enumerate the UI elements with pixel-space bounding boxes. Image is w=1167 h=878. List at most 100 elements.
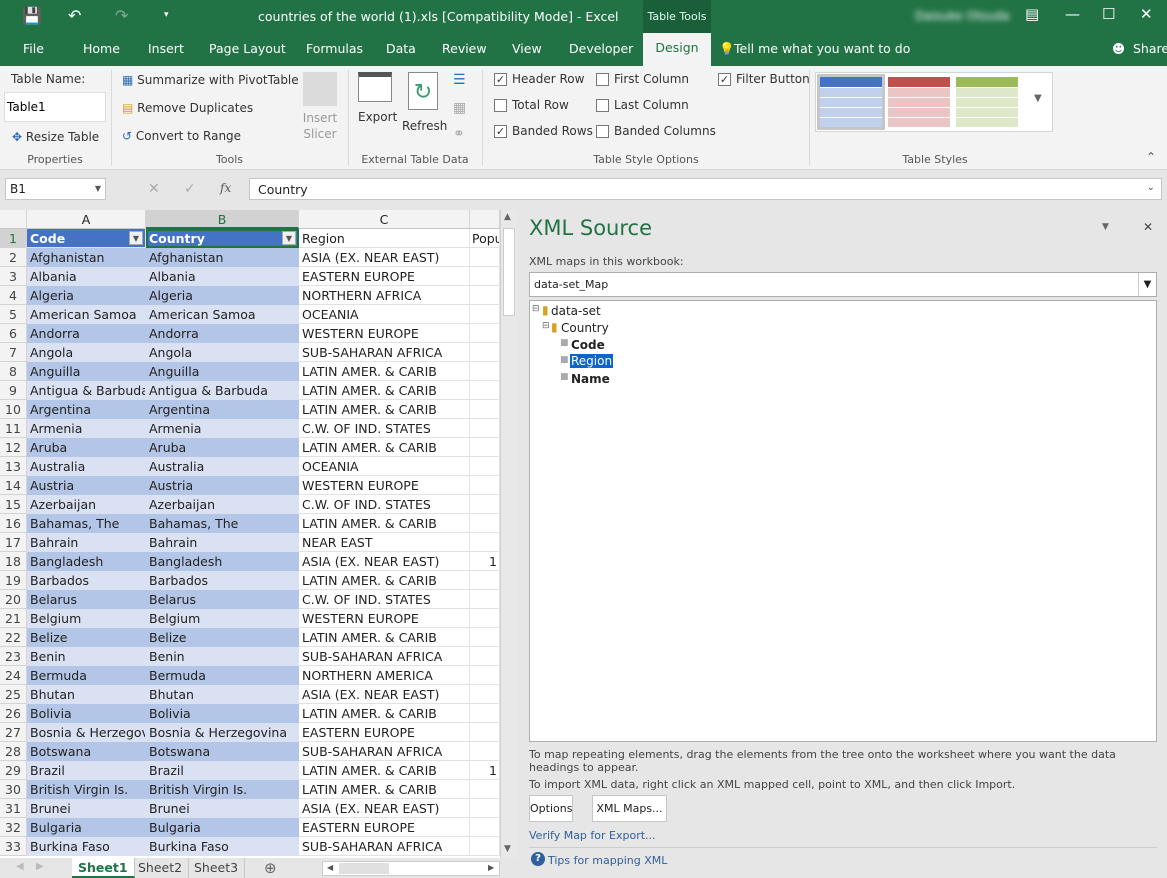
hscroll-thumb[interactable] <box>339 863 389 874</box>
row-number[interactable]: 31 <box>0 799 27 818</box>
insert-slicer-button[interactable]: Insert Slicer <box>300 110 340 142</box>
cell[interactable] <box>470 571 500 590</box>
cell[interactable] <box>470 647 500 666</box>
row-number[interactable]: 16 <box>0 514 27 533</box>
undo-icon[interactable]: ↶ <box>68 6 81 25</box>
properties-icon[interactable]: ☰ <box>453 72 466 88</box>
cell[interactable]: Afghanistan <box>146 248 299 267</box>
cell[interactable]: Bangladesh <box>146 552 299 571</box>
tab-home[interactable]: Home <box>83 41 120 56</box>
row-number[interactable]: 11 <box>0 419 27 438</box>
resize-table-button[interactable]: ✥ Resize Table <box>12 130 99 144</box>
select-all-corner[interactable] <box>0 210 27 229</box>
option-header-row[interactable]: ✓ Header Row <box>494 72 584 86</box>
cell[interactable]: Angola <box>27 343 146 362</box>
cancel-icon[interactable]: ✕ <box>148 181 160 197</box>
option-last-column[interactable]: Last Column <box>596 98 689 112</box>
cell[interactable]: LATIN AMER. & CARIB <box>299 571 470 590</box>
cell-header[interactable]: Region <box>299 229 470 248</box>
maximize-button[interactable]: ☐ <box>1102 5 1115 23</box>
cell[interactable]: Bosnia & Herzegovina <box>146 723 299 742</box>
cell-header-selected[interactable]: Country ▼ <box>146 229 299 248</box>
cell[interactable]: Belarus <box>27 590 146 609</box>
row-number[interactable]: 29 <box>0 761 27 780</box>
open-browser-icon[interactable]: ▦ <box>453 100 466 116</box>
cell[interactable]: British Virgin Is. <box>27 780 146 799</box>
cell[interactable]: Bermuda <box>146 666 299 685</box>
cell[interactable]: Argentina <box>146 400 299 419</box>
next-sheet-icon[interactable]: ▶ <box>36 861 44 872</box>
row-number[interactable]: 32 <box>0 818 27 837</box>
tree-node-root[interactable]: data-set <box>551 304 601 318</box>
options-button[interactable]: Options <box>529 795 573 822</box>
cell[interactable]: SUB-SAHARAN AFRICA <box>299 647 470 666</box>
row-number[interactable]: 23 <box>0 647 27 666</box>
cell[interactable]: British Virgin Is. <box>146 780 299 799</box>
row-number[interactable]: 14 <box>0 476 27 495</box>
row-number[interactable]: 30 <box>0 780 27 799</box>
cell[interactable]: 1 <box>470 552 500 571</box>
cell[interactable]: Bulgaria <box>146 818 299 837</box>
user-name[interactable]: Daisuke Otsuda <box>915 9 1009 23</box>
tree-node-country[interactable]: Country <box>561 321 609 335</box>
row-number[interactable]: 8 <box>0 362 27 381</box>
cell[interactable]: SUB-SAHARAN AFRICA <box>299 742 470 761</box>
cell[interactable]: SUB-SAHARAN AFRICA <box>299 343 470 362</box>
collapse-ribbon-icon[interactable]: ⌃ <box>1146 150 1156 164</box>
cell[interactable]: WESTERN EUROPE <box>299 609 470 628</box>
cell[interactable]: LATIN AMER. & CARIB <box>299 628 470 647</box>
row-number[interactable]: 5 <box>0 305 27 324</box>
enter-icon[interactable]: ✓ <box>184 181 196 197</box>
cell[interactable]: Algeria <box>27 286 146 305</box>
cell[interactable]: EASTERN EUROPE <box>299 818 470 837</box>
cell[interactable]: Armenia <box>146 419 299 438</box>
export-button[interactable]: Export <box>358 110 397 124</box>
xml-tree[interactable]: ⊟ ▮ data-set ⊟ ▮ Country ■ Code ■ Region… <box>529 300 1157 742</box>
cell[interactable]: NORTHERN AMERICA <box>299 666 470 685</box>
cell[interactable]: ASIA (EX. NEAR EAST) <box>299 552 470 571</box>
cell[interactable] <box>470 514 500 533</box>
refresh-button[interactable]: Refresh <box>402 119 447 133</box>
row-number[interactable]: 19 <box>0 571 27 590</box>
option-banded-columns[interactable]: Banded Columns <box>596 124 716 138</box>
cell[interactable]: C.W. OF IND. STATES <box>299 590 470 609</box>
column-header-d[interactable] <box>470 210 500 229</box>
cell[interactable]: LATIN AMER. & CARIB <box>299 761 470 780</box>
cell[interactable]: Albania <box>146 267 299 286</box>
cell[interactable] <box>470 419 500 438</box>
cell[interactable]: Belize <box>27 628 146 647</box>
cell[interactable]: Austria <box>27 476 146 495</box>
table-styles-gallery[interactable]: ▼ <box>815 72 1053 132</box>
cell[interactable] <box>470 837 500 856</box>
row-number[interactable]: 1 <box>0 229 27 248</box>
expand-formula-icon[interactable]: ⌄ <box>1147 182 1155 193</box>
save-icon[interactable]: 💾 <box>22 6 42 25</box>
cell[interactable]: Benin <box>27 647 146 666</box>
tab-developer[interactable]: Developer <box>569 41 633 56</box>
row-number[interactable]: 15 <box>0 495 27 514</box>
tips-link[interactable]: Tips for mapping XML <box>548 854 667 867</box>
row-number[interactable]: 27 <box>0 723 27 742</box>
cell[interactable] <box>470 666 500 685</box>
row-number[interactable]: 22 <box>0 628 27 647</box>
cell[interactable] <box>470 495 500 514</box>
table-style-swatch[interactable] <box>956 77 1018 127</box>
remove-duplicates-button[interactable]: ▤ Remove Duplicates <box>122 101 253 115</box>
formula-input[interactable]: Country ⌄ <box>249 178 1162 200</box>
cell[interactable]: Bahamas, The <box>27 514 146 533</box>
cell[interactable]: Brunei <box>146 799 299 818</box>
tab-design[interactable]: Design <box>643 33 711 66</box>
cell[interactable] <box>470 609 500 628</box>
cell[interactable]: Austria <box>146 476 299 495</box>
option-filter-button[interactable]: ✓ Filter Button <box>718 72 810 86</box>
cell[interactable]: Belgium <box>27 609 146 628</box>
cell[interactable] <box>470 704 500 723</box>
row-number[interactable]: 20 <box>0 590 27 609</box>
share-button[interactable]: Share <box>1133 41 1167 56</box>
chevron-down-icon[interactable]: ▼ <box>1138 273 1156 296</box>
cell[interactable] <box>470 628 500 647</box>
checkbox[interactable] <box>596 73 609 86</box>
close-button[interactable]: ✕ <box>1140 5 1153 23</box>
cell[interactable]: Anguilla <box>27 362 146 381</box>
cell[interactable]: Aruba <box>27 438 146 457</box>
